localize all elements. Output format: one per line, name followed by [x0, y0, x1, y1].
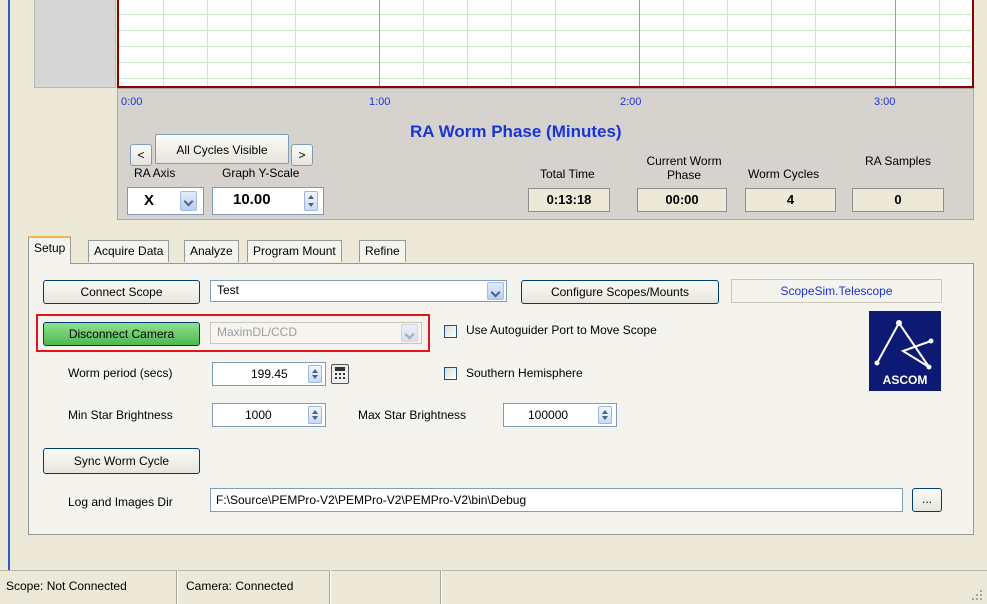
disconnect-camera-button[interactable]: Disconnect Camera	[43, 322, 200, 346]
grid-line	[683, 0, 684, 86]
next-cycle-button[interactable]: >	[291, 144, 313, 166]
grid-line	[379, 0, 380, 86]
grid-line	[727, 0, 728, 86]
grid-line	[163, 0, 164, 86]
graph-yscale-label: Graph Y-Scale	[222, 166, 300, 180]
graph-title: RA Worm Phase (Minutes)	[410, 122, 622, 141]
status-bar	[0, 570, 987, 604]
scope-driver-name: ScopeSim.Telescope	[731, 279, 942, 303]
grid-line	[939, 0, 940, 86]
grid-line	[119, 62, 972, 63]
grid-line	[119, 14, 972, 15]
status-separator	[329, 570, 331, 604]
ascom-logo-text: ASCOM	[882, 373, 928, 387]
chevron-down-icon[interactable]	[487, 282, 504, 300]
grid-line	[251, 0, 252, 86]
ra-samples-value: 0	[852, 188, 944, 212]
camera-select[interactable]: MaximDL/CCD	[210, 322, 422, 344]
scope-select-value: Test	[217, 283, 240, 297]
chevron-down-icon[interactable]	[401, 324, 418, 342]
ascom-star-icon	[874, 320, 934, 370]
min-star-brightness-label: Min Star Brightness	[68, 408, 173, 422]
tab-refine[interactable]: Refine	[359, 240, 406, 262]
grid-line	[511, 0, 512, 86]
calculator-icon	[335, 367, 345, 379]
grid-line	[639, 0, 640, 86]
log-dir-input[interactable]: F:\Source\PEMPro-V2\PEMPro-V2\PEMPro-V2\…	[210, 488, 903, 512]
resize-grip-icon[interactable]	[970, 588, 984, 602]
grid-line	[467, 0, 468, 86]
chevron-down-icon[interactable]	[180, 191, 197, 211]
worm-period-value: 199.45	[251, 367, 288, 381]
grid-line	[895, 0, 896, 86]
autoguider-label: Use Autoguider Port to Move Scope	[466, 323, 657, 337]
window-left-border	[0, 0, 10, 570]
graph-yscale-value: 10.00	[233, 191, 271, 208]
configure-scopes-button[interactable]: Configure Scopes/Mounts	[521, 280, 719, 304]
total-time-label: Total Time	[540, 167, 595, 181]
tab-setup[interactable]: Setup	[28, 236, 72, 264]
graph-side-panel	[34, 0, 116, 88]
grid-line	[295, 0, 296, 86]
min-star-brightness-value: 1000	[245, 408, 272, 422]
current-worm-phase-label: Current Worm Phase	[646, 154, 722, 182]
worm-cycles-label: Worm Cycles	[748, 167, 820, 181]
ascom-logo: ASCOM	[869, 311, 941, 391]
grid-line	[771, 0, 772, 86]
grid-line	[119, 46, 972, 47]
grid-line	[555, 0, 556, 86]
x-tick-label: 3:00	[874, 96, 896, 108]
spinner-icon[interactable]	[598, 406, 612, 424]
current-worm-phase-value: 00:00	[637, 188, 727, 212]
status-camera: Camera: Connected	[186, 579, 294, 593]
x-tick-label: 1:00	[369, 96, 391, 108]
tab-acquire-data[interactable]: Acquire Data	[88, 240, 170, 262]
southern-hemisphere-checkbox[interactable]	[444, 367, 457, 380]
tab-program-mount[interactable]: Program Mount	[247, 240, 342, 262]
worm-cycles-value: 4	[745, 188, 836, 212]
camera-select-value: MaximDL/CCD	[217, 325, 298, 339]
ra-axis-value: X	[144, 192, 155, 209]
log-dir-label: Log and Images Dir	[68, 495, 173, 509]
status-separator	[176, 570, 178, 604]
worm-period-label: Worm period (secs)	[68, 366, 173, 380]
max-star-brightness-label: Max Star Brightness	[358, 408, 467, 422]
scope-select[interactable]: Test	[210, 280, 507, 302]
max-star-brightness-value: 100000	[528, 408, 569, 422]
sync-worm-cycle-button[interactable]: Sync Worm Cycle	[43, 448, 200, 474]
ra-axis-label: RA Axis	[134, 166, 176, 180]
worm-phase-graph	[117, 0, 974, 88]
status-scope: Scope: Not Connected	[6, 579, 127, 593]
grid-line	[815, 0, 816, 86]
southern-hemisphere-label: Southern Hemisphere	[466, 366, 583, 380]
browse-button[interactable]: ...	[912, 488, 942, 512]
grid-line	[207, 0, 208, 86]
ra-samples-label: RA Samples	[864, 154, 932, 168]
x-tick-label: 0:00	[121, 96, 143, 108]
calculator-button[interactable]	[331, 364, 349, 384]
autoguider-checkbox[interactable]	[444, 325, 457, 338]
grid-line	[423, 0, 424, 86]
tab-analyze[interactable]: Analyze	[184, 240, 239, 262]
grid-line	[119, 78, 972, 79]
grid-line	[119, 30, 972, 31]
log-dir-value: F:\Source\PEMPro-V2\PEMPro-V2\PEMPro-V2\…	[216, 493, 527, 507]
all-cycles-button[interactable]: All Cycles Visible	[155, 134, 289, 164]
spinner-icon[interactable]	[308, 406, 322, 424]
total-time-value: 0:13:18	[528, 188, 610, 212]
spinner-icon[interactable]	[304, 191, 318, 211]
spinner-icon[interactable]	[308, 365, 322, 383]
prev-cycle-button[interactable]: <	[130, 144, 152, 166]
x-tick-label: 2:00	[620, 96, 642, 108]
connect-scope-button[interactable]: Connect Scope	[43, 280, 200, 304]
status-separator	[440, 570, 442, 604]
